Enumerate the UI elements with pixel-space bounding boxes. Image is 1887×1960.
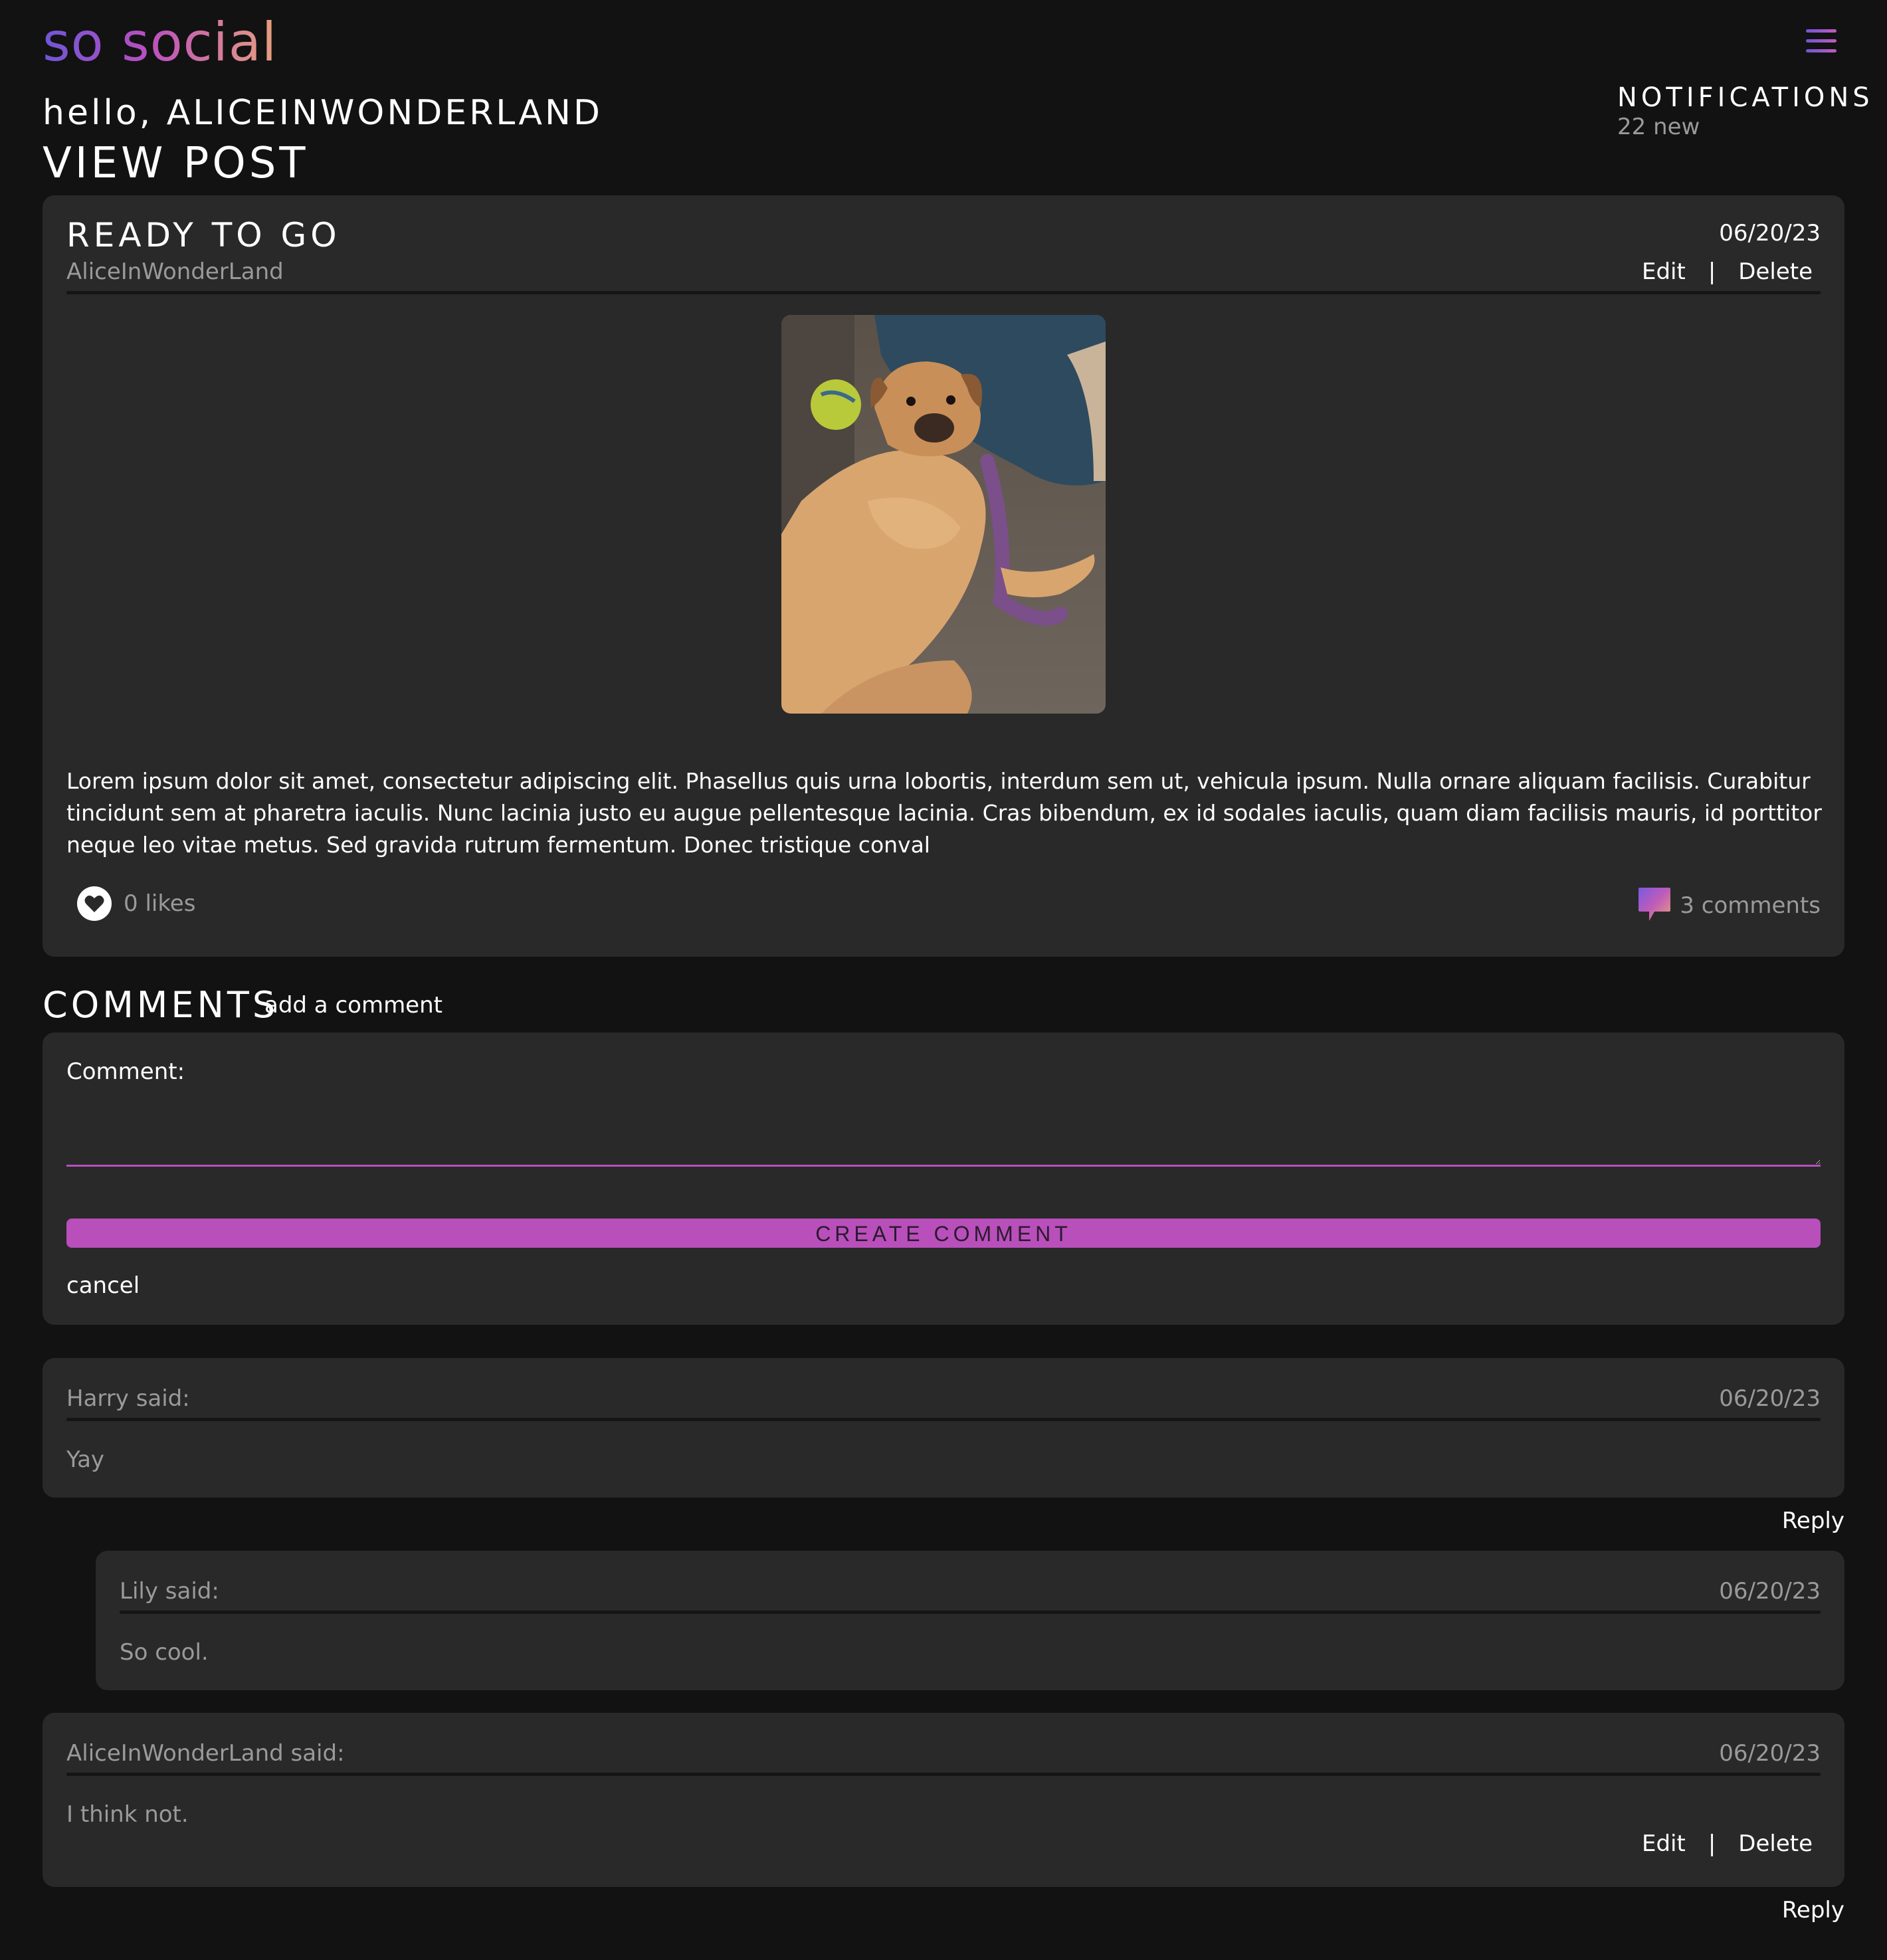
reply-button[interactable]: Reply: [1782, 1895, 1844, 1925]
reply-button[interactable]: Reply: [1782, 1506, 1844, 1536]
action-separator: |: [1708, 1830, 1716, 1857]
comment-textarea[interactable]: [66, 1092, 1821, 1167]
comment-date: 06/20/23: [1719, 1385, 1821, 1412]
delete-post-button[interactable]: Delete: [1738, 256, 1813, 287]
post-card: READY TO GO AliceInWonderLand 06/20/23 E…: [43, 195, 1844, 957]
comment-divider: [66, 1773, 1821, 1776]
hamburger-menu-icon[interactable]: [1806, 29, 1838, 54]
likes-count: 0 likes: [124, 890, 196, 917]
comment-text: I think not.: [66, 1801, 189, 1828]
comment-card: Harry said: 06/20/23 Yay: [43, 1358, 1844, 1498]
comments-count: 3 comments: [1680, 892, 1821, 919]
post-image: [781, 315, 1106, 714]
post-author[interactable]: AliceInWonderLand: [66, 256, 284, 287]
comment-text: Yay: [66, 1446, 105, 1473]
like-button[interactable]: 0 likes: [77, 886, 195, 921]
post-actions: Edit | Delete: [1642, 256, 1813, 287]
post-body: Lorem ipsum dolor sit amet, consectetur …: [66, 768, 1822, 858]
edit-post-button[interactable]: Edit: [1642, 256, 1686, 287]
app-logo[interactable]: so social: [43, 9, 277, 76]
action-separator: |: [1708, 258, 1716, 285]
comment-date: 06/20/23: [1719, 1578, 1821, 1605]
reply-comment-card: Lily said: 06/20/23 So cool.: [96, 1551, 1844, 1690]
comment-author: Lily said:: [120, 1578, 219, 1605]
greeting: hello, ALICEINWONDERLAND: [43, 93, 603, 133]
page-title: VIEW POST: [43, 139, 309, 188]
comment-field-label: Comment:: [66, 1058, 185, 1085]
comment-divider: [120, 1611, 1821, 1614]
post-header-divider: [66, 291, 1821, 294]
speech-bubble-icon: [1637, 886, 1672, 925]
notifications-link[interactable]: NOTIFICATIONS: [1617, 81, 1874, 114]
delete-comment-button[interactable]: Delete: [1738, 1828, 1813, 1859]
comments-count-button[interactable]: 3 comments: [1637, 886, 1821, 925]
add-comment-link[interactable]: add a comment: [264, 990, 443, 1021]
comment-form: Comment: CREATE COMMENT cancel: [43, 1032, 1844, 1325]
heart-icon: [77, 886, 112, 921]
post-title: READY TO GO: [66, 216, 341, 254]
comment-date: 06/20/23: [1719, 1740, 1821, 1767]
comment-actions: Edit | Delete: [1642, 1828, 1813, 1859]
post-date: 06/20/23: [1719, 220, 1821, 246]
notifications-count: 22 new: [1617, 114, 1700, 140]
comment-divider: [66, 1418, 1821, 1421]
cancel-button[interactable]: cancel: [66, 1270, 140, 1301]
comments-heading: COMMENTS: [43, 984, 279, 1026]
dog-photo-icon: [781, 315, 1106, 714]
comment-author: Harry said:: [66, 1385, 190, 1412]
comment-author: AliceInWonderLand said:: [66, 1740, 345, 1767]
edit-comment-button[interactable]: Edit: [1642, 1828, 1686, 1859]
comment-text: So cool.: [120, 1639, 209, 1666]
comment-card: AliceInWonderLand said: 06/20/23 I think…: [43, 1713, 1844, 1887]
create-comment-button[interactable]: CREATE COMMENT: [66, 1219, 1821, 1248]
